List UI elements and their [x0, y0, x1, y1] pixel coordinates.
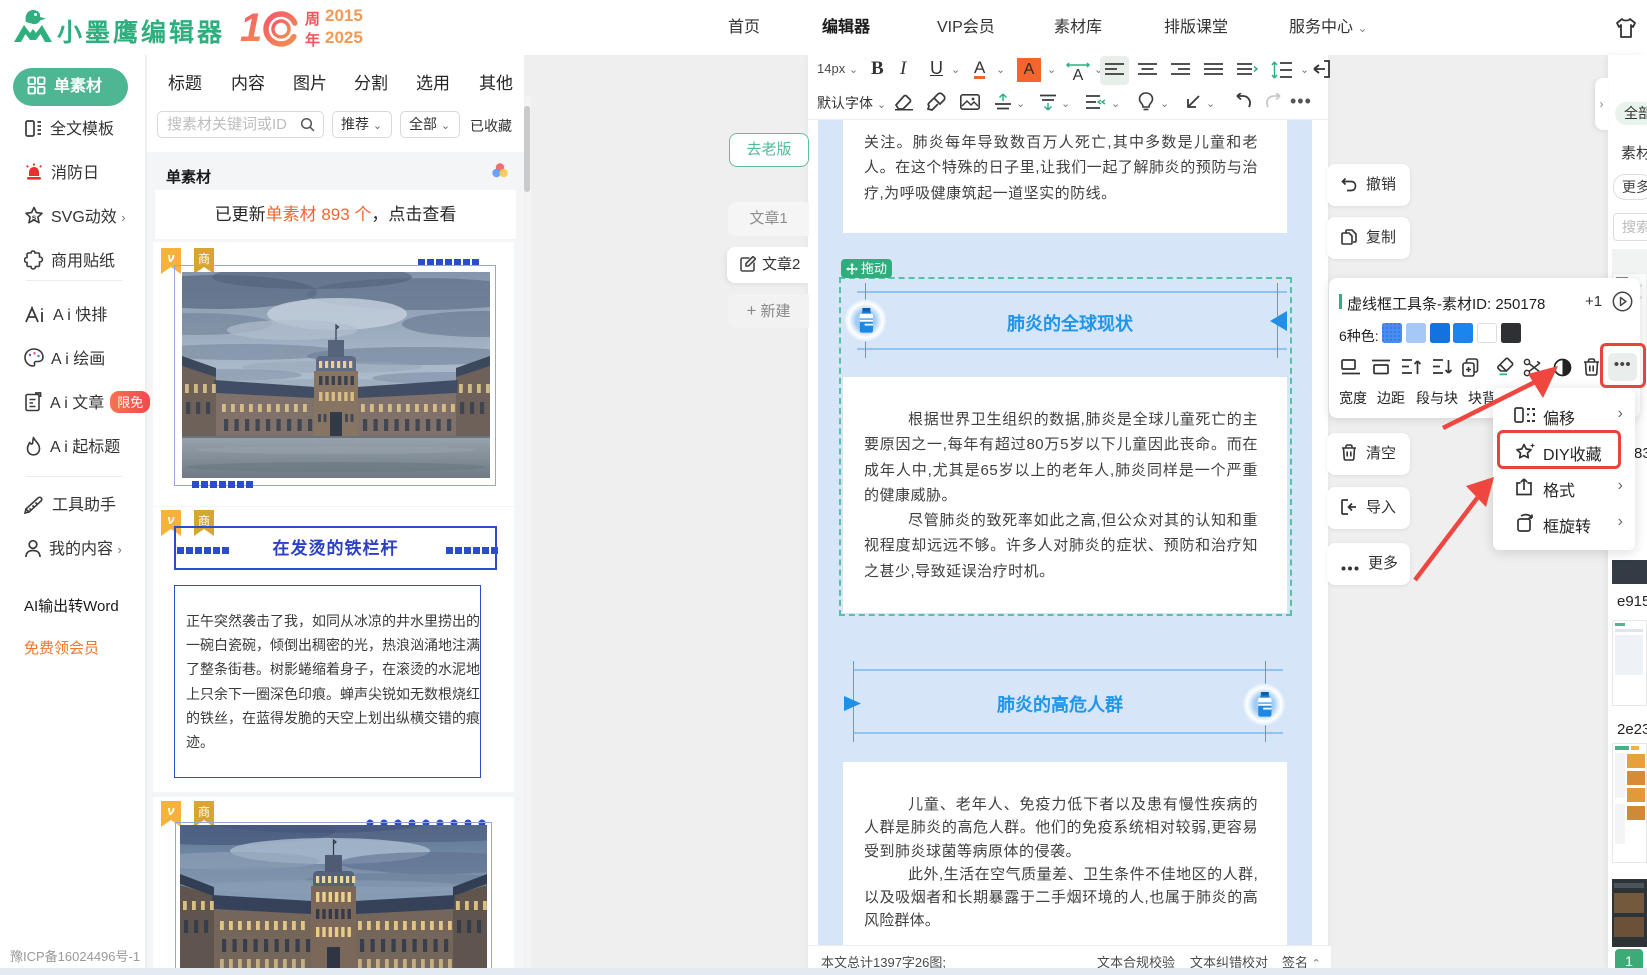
svg-text:商: 商 — [198, 251, 210, 266]
svg-text:ν: ν — [167, 512, 175, 527]
svg-text:s: s — [32, 213, 37, 222]
svg-text:ν: ν — [167, 250, 175, 265]
svg-text:A: A — [1073, 67, 1084, 82]
svg-text:ν: ν — [167, 803, 175, 818]
svg-text:商: 商 — [198, 804, 210, 819]
